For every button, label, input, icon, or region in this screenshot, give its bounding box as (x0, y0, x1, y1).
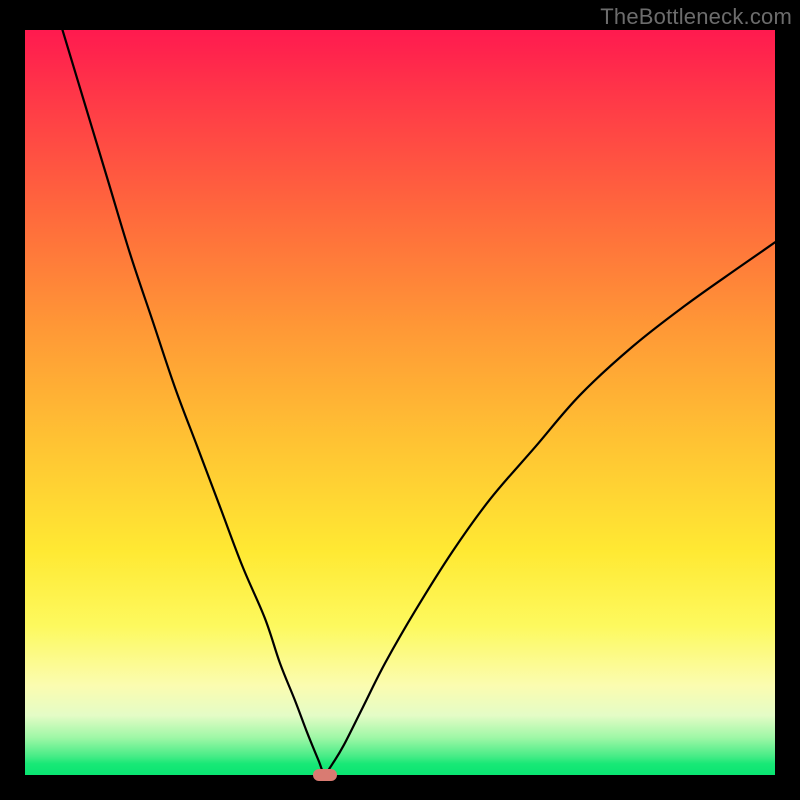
curve-left-branch (63, 30, 326, 775)
minimum-marker (313, 769, 337, 781)
watermark-text: TheBottleneck.com (600, 4, 792, 30)
curve-right-branch (325, 242, 775, 775)
bottleneck-curve (25, 30, 775, 775)
chart-frame: TheBottleneck.com (0, 0, 800, 800)
plot-area (25, 30, 775, 775)
